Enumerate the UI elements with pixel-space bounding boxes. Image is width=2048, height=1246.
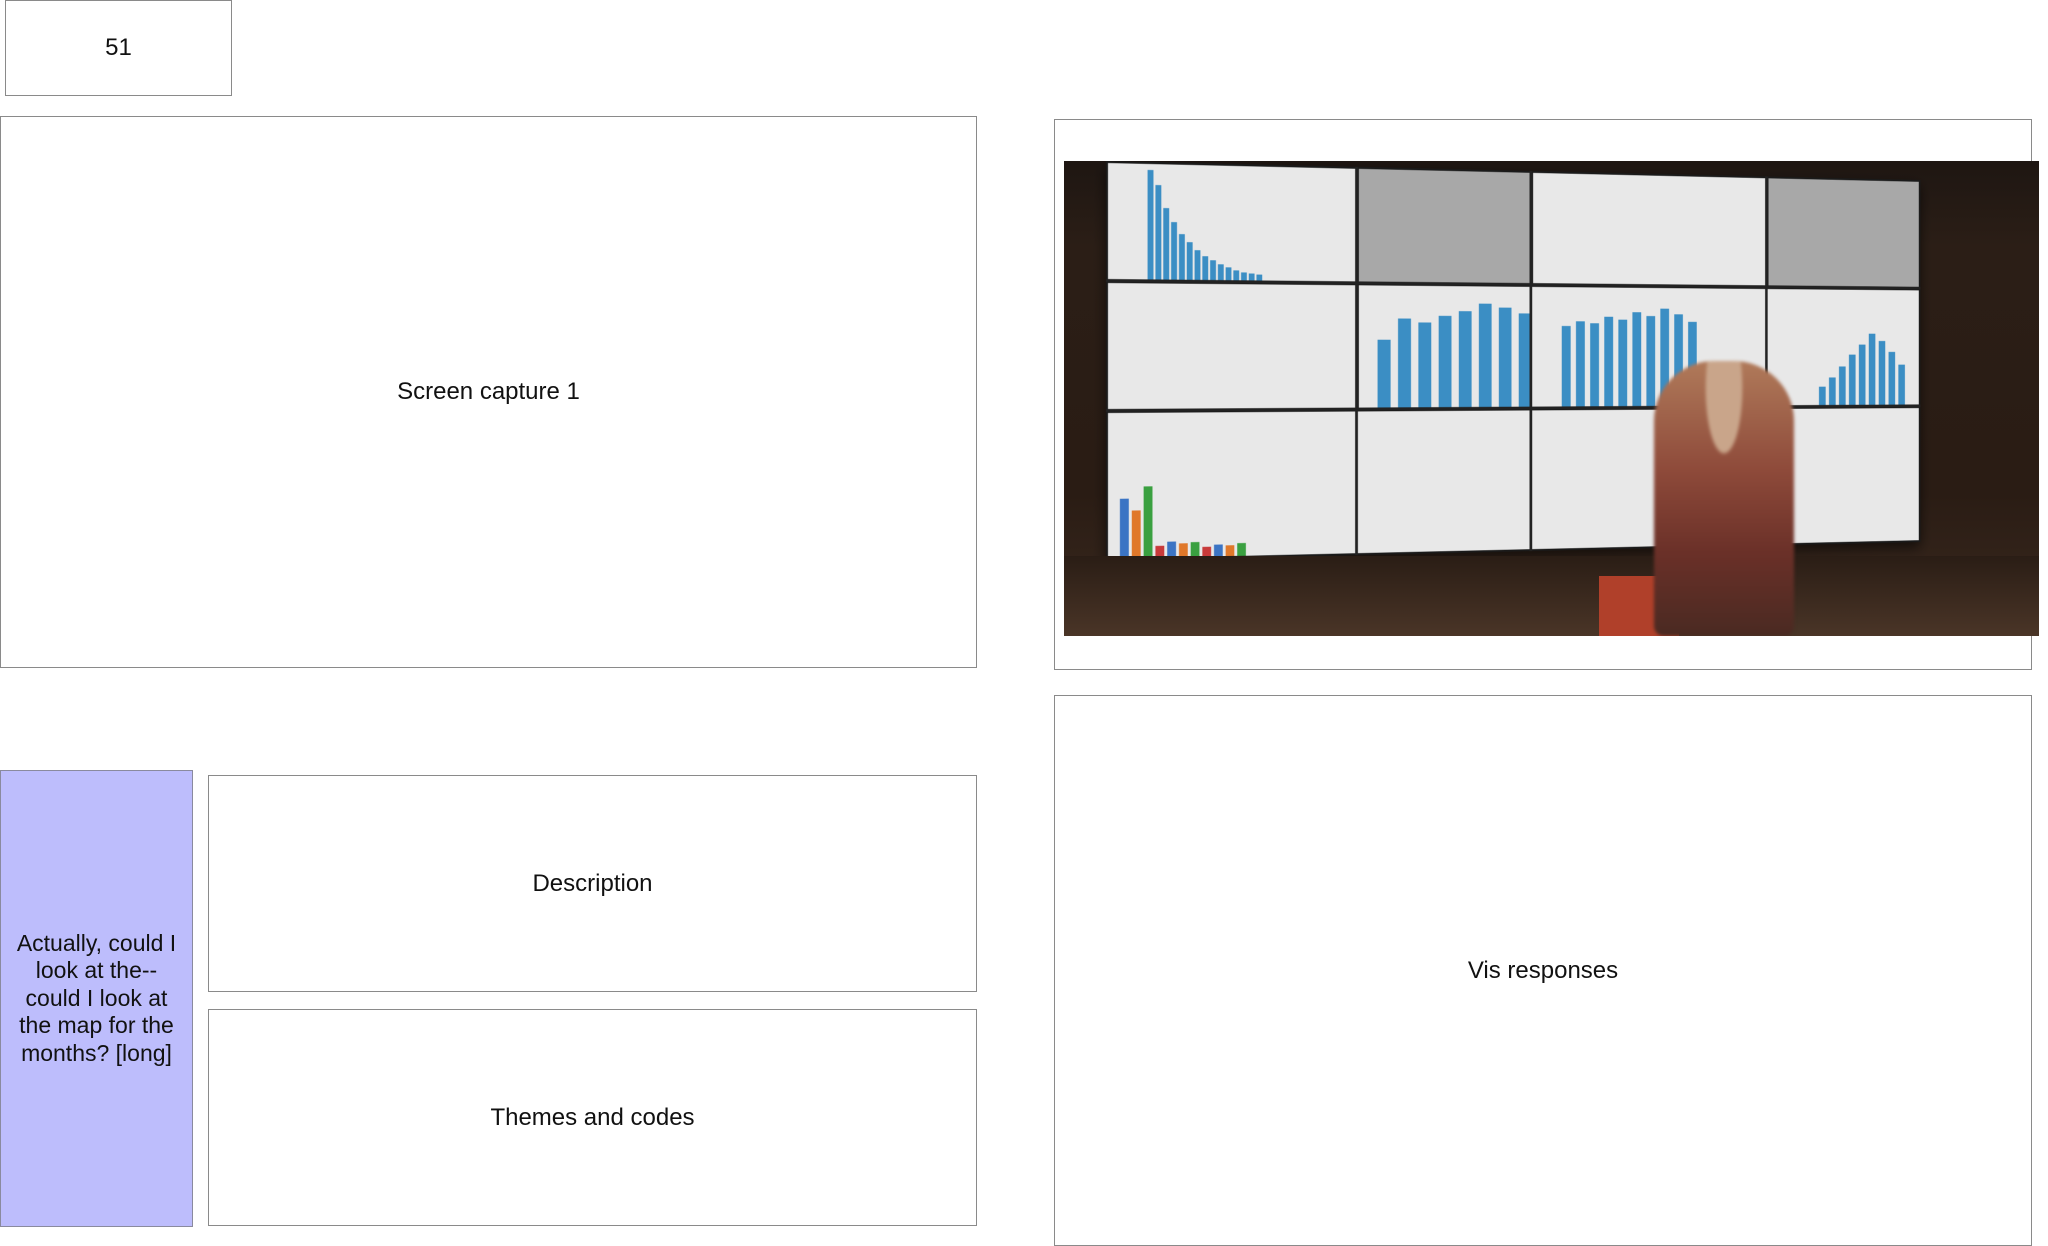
wall-panel bbox=[1106, 161, 1357, 283]
person-figure bbox=[1654, 361, 1794, 636]
themes-label: Themes and codes bbox=[490, 1104, 694, 1132]
vis-responses-label: Vis responses bbox=[1468, 957, 1618, 985]
screen-capture-placeholder: Screen capture 1 bbox=[0, 116, 977, 668]
page-number: 51 bbox=[105, 34, 132, 62]
themes-placeholder: Themes and codes bbox=[208, 1009, 977, 1226]
screen-capture-label: Screen capture 1 bbox=[397, 378, 580, 406]
wall-panel bbox=[1106, 281, 1357, 411]
description-label: Description bbox=[532, 870, 652, 898]
vis-responses-placeholder: Vis responses bbox=[1054, 695, 2032, 1246]
wall-panel bbox=[1357, 167, 1531, 285]
quote-text: Actually, could I look at the-- could I … bbox=[1, 930, 192, 1068]
display-wall bbox=[1106, 161, 1920, 561]
wall-panel bbox=[1357, 283, 1920, 409]
description-placeholder: Description bbox=[208, 775, 977, 992]
page-number-box: 51 bbox=[5, 0, 232, 96]
quote-box: Actually, could I look at the-- could I … bbox=[0, 770, 193, 1227]
photo-frame bbox=[1054, 119, 2032, 670]
wall-panel bbox=[1531, 171, 1766, 287]
room-floor bbox=[1064, 556, 2039, 636]
wall-panel bbox=[1767, 176, 1921, 288]
wall-panel bbox=[1106, 406, 1920, 561]
display-wall-photo bbox=[1064, 161, 2039, 636]
